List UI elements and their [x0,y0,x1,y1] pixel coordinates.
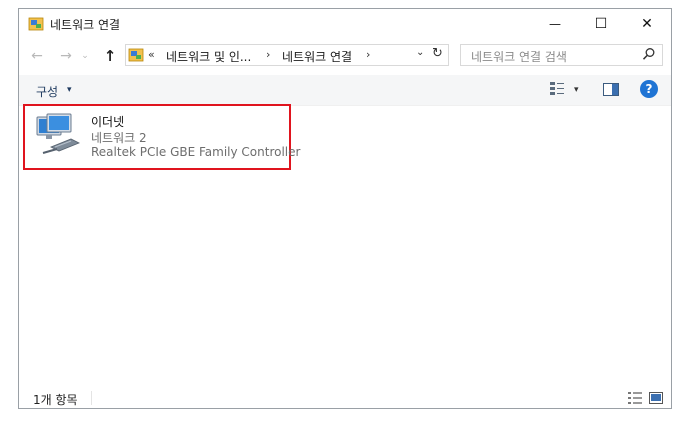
maximize-button[interactable]: ☐ [578,9,624,39]
status-bar: 1개 항목 [19,387,671,409]
item-name: 이더넷 [91,115,125,129]
item-network: 네트워크 2 [91,131,147,145]
close-icon: ✕ [641,16,653,32]
maximize-icon: ☐ [594,16,608,32]
back-button[interactable]: ← [28,47,46,65]
search-placeholder: 네트워크 연결 검색 [471,50,567,64]
view-options-caret-icon[interactable]: ▾ [574,85,579,95]
chevron-right-icon[interactable]: › [266,48,270,61]
breadcrumb-network-connections[interactable]: 네트워크 연결 [282,48,352,65]
list-item-ethernet[interactable]: 이더넷 네트워크 2 Realtek PCIe GBE Family Contr… [33,111,300,165]
command-bar: 구성 ▾ ▾ ? [19,75,671,106]
large-icons-view-icon[interactable] [649,392,663,404]
status-divider [91,391,92,405]
chevron-down-icon: ⌄ [81,51,89,61]
organize-caret-icon[interactable]: ▾ [67,85,72,95]
forward-button[interactable]: → [57,47,75,65]
window-title: 네트워크 연결 [50,18,121,32]
change-view-icon[interactable] [550,82,564,96]
close-button[interactable]: ✕ [624,9,670,39]
overflow-crumbs-icon[interactable]: « [148,48,155,61]
search-input[interactable]: 네트워크 연결 검색 [460,44,663,66]
minimize-icon: — [549,17,561,31]
address-row: ← → ⌄ ↑ « 네트워크 및 인... › 네트워크 연결 › ⌄ ↻ 네트… [19,43,671,69]
preview-pane-icon[interactable] [603,83,619,96]
item-count: 1개 항목 [33,393,78,407]
item-adapter: Realtek PCIe GBE Family Controller [91,145,301,159]
file-list: 이더넷 네트워크 2 Realtek PCIe GBE Family Contr… [19,104,671,378]
minimize-button[interactable]: — [532,9,578,39]
arrow-right-icon: → [60,48,72,64]
network-connections-icon [28,17,44,31]
network-connections-icon [128,48,144,62]
breadcrumb-network-sharing[interactable]: 네트워크 및 인... [166,48,251,65]
search-icon[interactable] [642,47,656,61]
details-view-icon[interactable] [628,392,642,404]
explorer-window: 네트워크 연결 — ☐ ✕ ← → ⌄ ↑ « 네트워크 및 인... › 네트… [18,8,672,409]
title-bar: 네트워크 연결 — ☐ ✕ [19,9,671,39]
recent-locations-button[interactable]: ⌄ [79,47,91,65]
chevron-right-icon[interactable]: › [366,48,370,61]
ethernet-adapter-icon [36,113,80,154]
arrow-up-icon: ↑ [103,47,117,65]
help-icon[interactable]: ? [640,80,658,98]
arrow-left-icon: ← [31,48,43,64]
refresh-icon[interactable]: ↻ [432,46,443,61]
organize-button[interactable]: 구성 [36,83,58,100]
address-dropdown-icon[interactable]: ⌄ [416,47,424,58]
address-bar[interactable]: « 네트워크 및 인... › 네트워크 연결 › ⌄ ↻ [125,44,449,66]
up-button[interactable]: ↑ [101,47,119,65]
